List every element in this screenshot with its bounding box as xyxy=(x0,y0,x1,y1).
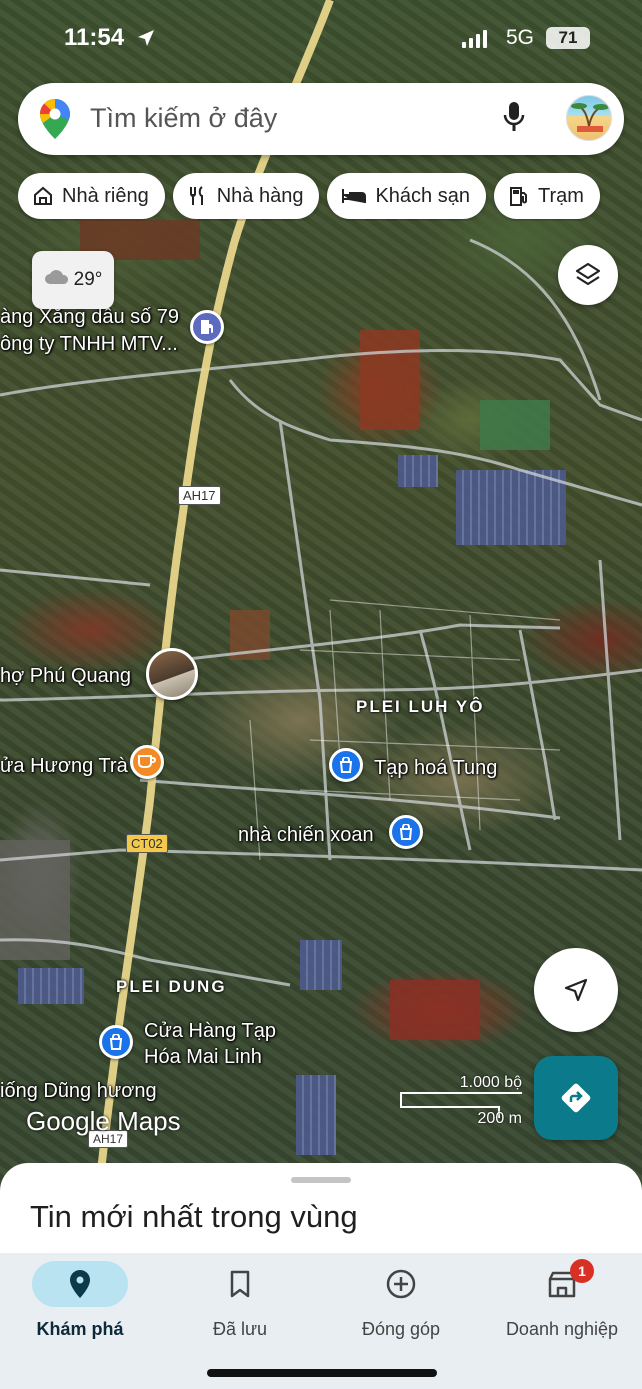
search-input[interactable]: Tìm kiếm ở đây xyxy=(90,103,277,134)
shopping-bag-pin-icon[interactable] xyxy=(99,1025,133,1059)
network-type: 5G xyxy=(506,26,535,49)
avatar[interactable] xyxy=(566,95,612,141)
poi-label[interactable]: ửa Hương Trà xyxy=(0,755,128,778)
cafe-pin-icon[interactable] xyxy=(130,745,164,779)
poi-label[interactable]: àng Xăng dầu số 79 xyxy=(0,306,179,329)
google-maps-logo-icon xyxy=(40,99,70,144)
market-photo-pin[interactable] xyxy=(146,648,198,700)
gas-station-icon xyxy=(509,187,527,206)
poi-label[interactable]: iống Dũng hương xyxy=(0,1080,157,1103)
nav-contribute-icon-wrap xyxy=(353,1261,449,1307)
sheet-title: Tin mới nhất trong vùng xyxy=(30,1199,358,1234)
poi-label[interactable]: Hóa Mai Linh xyxy=(144,1046,262,1069)
poi-label[interactable]: hợ Phú Quang xyxy=(0,665,131,688)
nav-contribute-label: Đóng góp xyxy=(361,1319,441,1339)
location-arrow-icon xyxy=(136,28,156,53)
home-icon xyxy=(34,186,52,205)
road-shield-ah17: AH17 xyxy=(178,486,221,505)
explore-pin-icon xyxy=(70,1270,90,1298)
scale-metric: 200 m xyxy=(477,1110,522,1127)
chip-hotels[interactable]: Khách sạn xyxy=(327,173,486,219)
nav-explore-icon-wrap xyxy=(32,1261,128,1307)
microphone-icon[interactable] xyxy=(502,101,526,138)
directions-button[interactable] xyxy=(534,1056,618,1140)
cellular-signal-icon xyxy=(462,30,488,53)
nav-explore[interactable]: Khám phá xyxy=(0,1261,160,1340)
restaurant-icon xyxy=(189,186,203,205)
chip-hotels-label: Khách sạn xyxy=(375,184,470,207)
google-maps-attribution: Google Maps xyxy=(26,1106,181,1136)
weather-widget[interactable]: 29° xyxy=(32,251,114,309)
bottom-sheet[interactable]: Tin mới nhất trong vùng xyxy=(0,1163,642,1263)
nav-explore-label: Khám phá xyxy=(36,1319,124,1339)
battery-indicator: 71 xyxy=(546,27,590,49)
notification-badge: 1 xyxy=(570,1259,594,1283)
chip-gas-stations-label: Trạm xyxy=(537,184,584,207)
bookmark-icon xyxy=(230,1270,250,1298)
cloud-icon xyxy=(44,269,70,291)
search-bar[interactable]: Tìm kiếm ở đây xyxy=(18,83,624,155)
area-label: PLEI DUNG xyxy=(116,977,227,996)
nav-saved[interactable]: Đã lưu xyxy=(160,1261,320,1340)
poi-label[interactable]: Tạp hoá Tung xyxy=(374,757,497,780)
nav-saved-icon-wrap xyxy=(192,1261,288,1307)
chip-home[interactable]: Nhà riêng xyxy=(18,173,165,219)
category-chips: Nhà riêng Nhà hàng Khách sạn Trạm xyxy=(18,173,642,221)
my-location-button[interactable] xyxy=(534,948,618,1032)
gas-station-pin-icon[interactable] xyxy=(190,310,224,344)
status-time: 11:54 xyxy=(64,24,125,51)
nav-business[interactable]: 1 Doanh nghiệp xyxy=(482,1259,642,1340)
nav-business-label: Doanh nghiệp xyxy=(505,1319,619,1339)
hotel-icon xyxy=(342,189,367,203)
layers-icon xyxy=(575,262,601,286)
weather-temperature: 29° xyxy=(73,269,103,290)
layers-button[interactable] xyxy=(558,245,618,305)
poi-label[interactable]: ông ty TNHH MTV... xyxy=(0,333,178,356)
poi-label[interactable]: Cửa Hàng Tạp xyxy=(144,1020,276,1043)
shopping-bag-pin-icon[interactable] xyxy=(329,748,363,782)
nav-business-icon-wrap: 1 xyxy=(514,1259,610,1307)
navigation-arrow-icon xyxy=(564,978,588,1002)
shopping-bag-pin-icon[interactable] xyxy=(389,815,423,849)
add-circle-icon xyxy=(386,1269,416,1299)
nav-contribute[interactable]: Đóng góp xyxy=(321,1261,481,1340)
status-bar: 11:54 5G 71 xyxy=(0,22,642,56)
directions-icon xyxy=(561,1083,591,1113)
chip-restaurants[interactable]: Nhà hàng xyxy=(172,173,320,219)
poi-label[interactable]: nhà chiến xoan xyxy=(238,824,374,847)
area-label: PLEI LUH YÔ xyxy=(356,697,485,716)
nav-saved-label: Đã lưu xyxy=(212,1319,268,1339)
chip-gas-stations[interactable]: Trạm xyxy=(493,173,600,219)
chip-home-label: Nhà riêng xyxy=(62,184,149,207)
chip-restaurants-label: Nhà hàng xyxy=(216,184,304,207)
home-indicator xyxy=(207,1369,437,1377)
sheet-drag-handle[interactable] xyxy=(291,1177,351,1183)
scale-bar: 1.000 bộ 200 m xyxy=(400,1074,522,1130)
road-shield-ct02: CT02 xyxy=(126,834,168,853)
scale-imperial: 1.000 bộ xyxy=(459,1074,522,1091)
